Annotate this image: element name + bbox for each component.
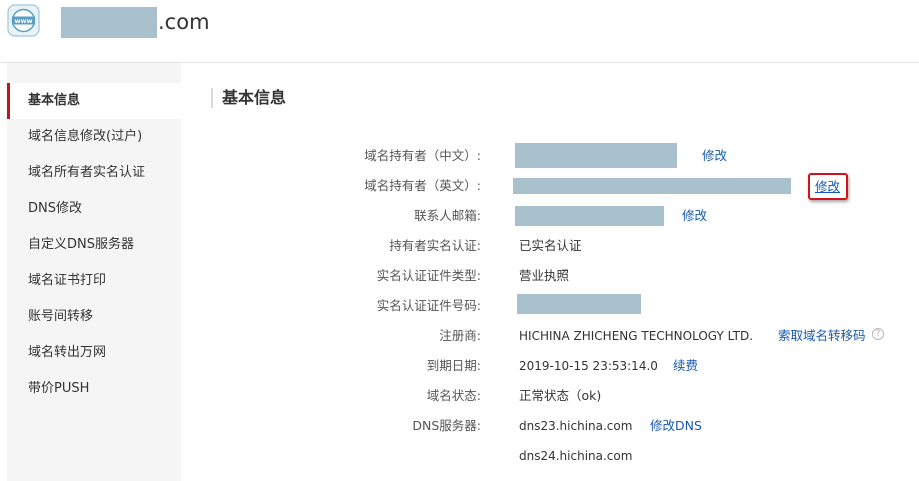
cert-number-value-redacted — [517, 294, 641, 314]
registrar-value: HICHINA ZHICHENG TECHNOLOGY LTD. — [519, 329, 754, 343]
sidebar-item-certificate-print[interactable]: 域名证书打印 — [7, 263, 181, 299]
sidebar-item-transfer-out[interactable]: 域名转出万网 — [7, 335, 181, 371]
website-logo-icon: www — [7, 4, 40, 37]
sidebar-item-price-push[interactable]: 带价PUSH — [7, 371, 181, 407]
sidebar-item-info-modify[interactable]: 域名信息修改(过户) — [7, 119, 181, 155]
title-accent-bar — [211, 88, 213, 108]
domain-name-redacted — [61, 7, 157, 38]
expiry-label: 到期日期: — [426, 358, 481, 373]
page-title: 基本信息 — [222, 88, 287, 107]
status-value: 正常状态（ok) — [519, 388, 602, 403]
domain-suffix: .com — [158, 10, 210, 34]
edit-owner-en-link[interactable]: 修改 — [815, 178, 840, 196]
sidebar-item-account-transfer[interactable]: 账号间转移 — [7, 299, 181, 335]
dns-label: DNS服务器: — [412, 418, 481, 433]
help-icon[interactable]: ? — [872, 328, 884, 340]
modify-dns-link[interactable]: 修改DNS — [650, 417, 702, 435]
verification-label: 持有者实名认证: — [389, 238, 481, 253]
request-transfer-code-link[interactable]: 索取域名转移码 — [778, 327, 866, 345]
sidebar-item-basic-info[interactable]: 基本信息 — [7, 83, 181, 119]
edit-owner-cn-link[interactable]: 修改 — [702, 147, 727, 165]
svg-text:www: www — [14, 17, 32, 25]
cert-type-value: 营业执照 — [519, 268, 570, 283]
sidebar: 基本信息 域名信息修改(过户) 域名所有者实名认证 DNS修改 自定义DNS服务… — [7, 63, 181, 481]
sidebar-item-custom-dns[interactable]: 自定义DNS服务器 — [7, 227, 181, 263]
cert-type-label: 实名认证证件类型: — [376, 268, 481, 283]
cert-number-label: 实名认证证件号码: — [376, 298, 481, 313]
verification-value: 已实名认证 — [519, 238, 582, 253]
edit-email-link[interactable]: 修改 — [682, 207, 707, 225]
top-header: www .com — [0, 0, 919, 62]
owner-cn-label: 域名持有者（中文）: — [364, 148, 481, 163]
renew-link[interactable]: 续费 — [673, 357, 698, 375]
owner-en-label: 域名持有者（英文）: — [364, 178, 481, 193]
sidebar-item-dns-modify[interactable]: DNS修改 — [7, 191, 181, 227]
owner-cn-value-redacted — [515, 143, 677, 168]
dns-server-1: dns23.hichina.com — [519, 419, 633, 433]
sidebar-item-owner-verification[interactable]: 域名所有者实名认证 — [7, 155, 181, 191]
status-label: 域名状态: — [426, 388, 481, 403]
email-value-redacted — [515, 206, 664, 226]
dns-server-2: dns24.hichina.com — [519, 449, 633, 463]
expiry-value: 2019-10-15 23:53:14.0 — [519, 359, 658, 373]
owner-en-value-redacted — [513, 178, 791, 194]
email-label: 联系人邮箱: — [414, 208, 481, 223]
registrar-label: 注册商: — [439, 328, 481, 343]
